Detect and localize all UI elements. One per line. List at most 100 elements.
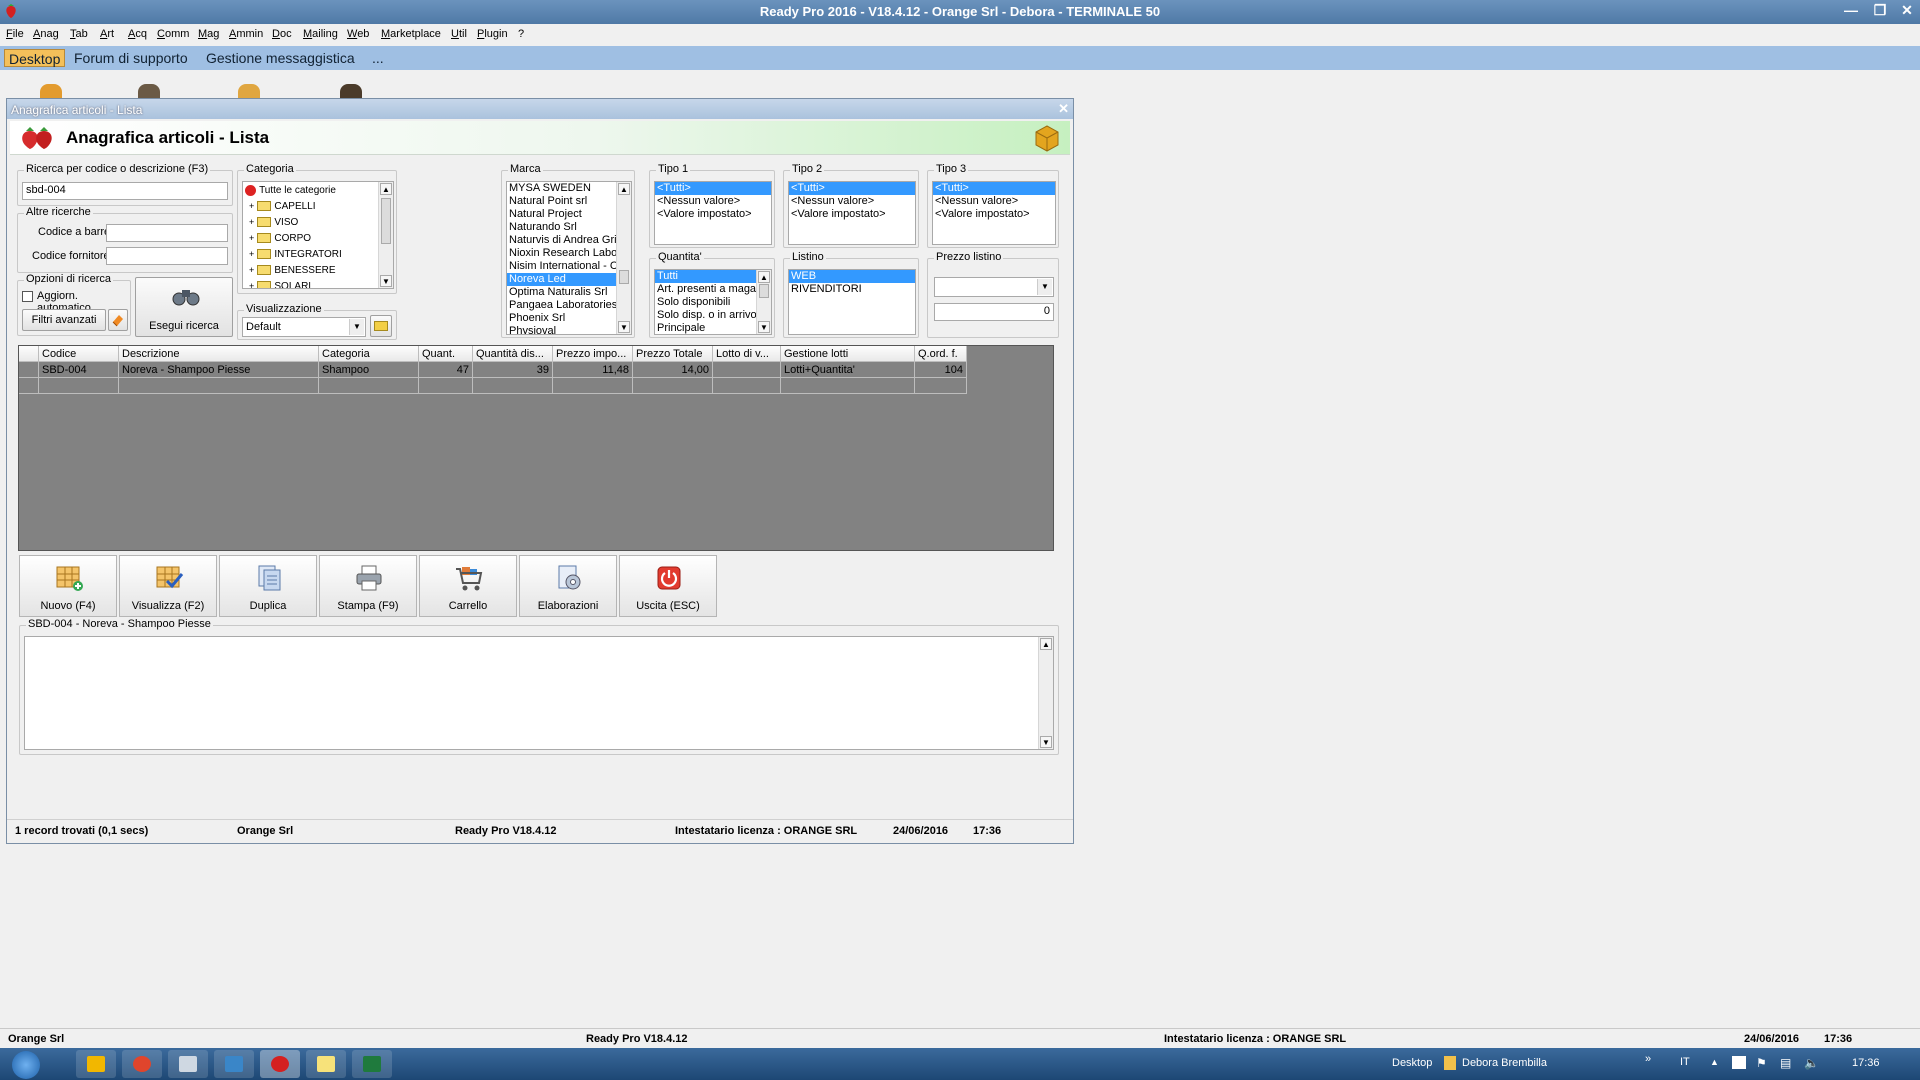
list-item[interactable]: MYSA SWEDEN — [507, 182, 631, 195]
desktop-shortcut-icon[interactable] — [40, 84, 62, 98]
chevron-right-icon[interactable]: » — [1645, 1053, 1651, 1065]
list-item[interactable]: Natural Project — [507, 208, 631, 221]
chevron-down-icon[interactable]: ▼ — [349, 319, 364, 335]
menu-acq[interactable]: Acq — [128, 28, 147, 40]
scroll-down-icon[interactable]: ▼ — [380, 275, 392, 287]
scroll-down-icon[interactable]: ▼ — [758, 321, 770, 333]
taskbar-excel[interactable] — [352, 1050, 392, 1078]
list-item[interactable]: <Nessun valore> — [655, 195, 771, 208]
list-item[interactable]: <Valore impostato> — [655, 208, 771, 221]
list-item[interactable]: Naturvis di Andrea Grie — [507, 234, 631, 247]
col-prezzo-totale[interactable]: Prezzo Totale — [633, 346, 713, 362]
list-item[interactable]: Physioval — [507, 325, 631, 334]
list-item[interactable]: Art. presenti a magaz — [655, 283, 771, 296]
empty-cell[interactable] — [419, 378, 473, 394]
tipo3-list[interactable]: <Tutti> <Nessun valore> <Valore impostat… — [932, 181, 1056, 245]
categoria-scrollbar[interactable]: ▲ ▼ — [378, 182, 393, 288]
duplicate-button[interactable]: Duplica — [219, 555, 317, 617]
col-quant[interactable]: Quant. — [419, 346, 473, 362]
list-item[interactable]: Natural Point srl — [507, 195, 631, 208]
list-item[interactable]: <Valore impostato> — [933, 208, 1055, 221]
menu-file[interactable]: File — [6, 28, 24, 40]
open-folder-button[interactable] — [370, 315, 392, 337]
col-prezzo-imponibile[interactable]: Prezzo impo... — [553, 346, 633, 362]
list-item[interactable]: <Valore impostato> — [789, 208, 915, 221]
clear-filters-button[interactable] — [108, 309, 128, 331]
col-categoria[interactable]: Categoria — [319, 346, 419, 362]
auto-update-checkbox[interactable] — [22, 291, 33, 302]
col-gestione-lotti[interactable]: Gestione lotti — [781, 346, 915, 362]
close-button[interactable]: ✕ — [1896, 2, 1918, 20]
advanced-filters-button[interactable]: Filtri avanzati — [22, 309, 106, 331]
menu-doc[interactable]: Doc — [272, 28, 292, 40]
empty-cell[interactable] — [915, 378, 967, 394]
language-indicator[interactable]: IT — [1680, 1056, 1690, 1068]
print-button[interactable]: Stampa (F9) — [319, 555, 417, 617]
scroll-thumb[interactable] — [619, 270, 629, 284]
table-row[interactable]: SBD-004 Noreva - Shampoo Piesse Shampoo … — [19, 362, 967, 378]
tab-more[interactable]: ... — [368, 49, 388, 67]
scroll-down-icon[interactable]: ▼ — [1040, 736, 1052, 748]
scroll-up-icon[interactable]: ▲ — [758, 271, 770, 283]
visualizzazione-select[interactable]: Default ▼ — [242, 317, 366, 337]
scroll-up-icon[interactable]: ▲ — [1040, 638, 1052, 650]
menu-mag[interactable]: Mag — [198, 28, 219, 40]
list-item[interactable]: Pangaea Laboratories — [507, 299, 631, 312]
cart-button[interactable]: Carrello — [419, 555, 517, 617]
tree-item-viso[interactable]: + VISO — [249, 216, 298, 228]
list-item-selected[interactable]: Tutti — [655, 270, 771, 283]
scroll-thumb[interactable] — [759, 284, 769, 298]
tree-item-integratori[interactable]: + INTEGRATORI — [249, 248, 342, 260]
list-item[interactable]: Naturando Srl — [507, 221, 631, 234]
start-button[interactable] — [4, 1050, 48, 1079]
scroll-down-icon[interactable]: ▼ — [618, 321, 630, 333]
scroll-thumb[interactable] — [381, 198, 391, 244]
elaborazioni-button[interactable]: Elaborazioni — [519, 555, 617, 617]
list-item[interactable]: Nisim International - C — [507, 260, 631, 273]
notes-scrollbar[interactable]: ▲ ▼ — [1038, 637, 1053, 749]
list-item[interactable]: Nioxin Research Labor — [507, 247, 631, 260]
view-button[interactable]: Visualizza (F2) — [119, 555, 217, 617]
quantita-list[interactable]: Tutti Art. presenti a magaz Solo disponi… — [654, 269, 772, 335]
tree-item-solari[interactable]: + SOLARI — [249, 280, 311, 288]
col-codice[interactable]: Codice — [39, 346, 119, 362]
list-item-selected[interactable]: Noreva Led — [507, 273, 631, 286]
marca-list[interactable]: MYSA SWEDEN Natural Point srl Natural Pr… — [506, 181, 632, 335]
chevron-down-icon[interactable]: ▼ — [1037, 279, 1052, 295]
empty-cell[interactable] — [319, 378, 419, 394]
menu-comm[interactable]: Comm — [157, 28, 189, 40]
listino-list[interactable]: WEB RIVENDITORI — [788, 269, 916, 335]
desktop-shortcut-icon[interactable] — [238, 84, 260, 98]
menu-plugin[interactable]: Plugin — [477, 28, 508, 40]
tab-messaggistica[interactable]: Gestione messaggistica — [202, 49, 359, 67]
desktop-shortcut-icon[interactable] — [138, 84, 160, 98]
run-search-button[interactable]: Esegui ricerca — [135, 277, 233, 337]
col-qord[interactable]: Q.ord. f. — [915, 346, 967, 362]
taskbar-app[interactable] — [214, 1050, 254, 1078]
scroll-up-icon[interactable]: ▲ — [618, 183, 630, 195]
prezzo-listino-input[interactable]: 0 — [934, 303, 1054, 321]
empty-cell[interactable] — [119, 378, 319, 394]
list-item-selected[interactable]: <Tutti> — [933, 182, 1055, 195]
empty-cell[interactable] — [713, 378, 781, 394]
marca-scrollbar[interactable]: ▲ ▼ — [616, 182, 631, 334]
list-item[interactable]: Optima Naturalis Srl — [507, 286, 631, 299]
list-item-selected[interactable]: <Tutti> — [655, 182, 771, 195]
categoria-tree[interactable]: Tutte le categorie + CAPELLI + VISO + CO… — [242, 181, 394, 289]
col-lotto[interactable]: Lotto di v... — [713, 346, 781, 362]
tipo2-list[interactable]: <Tutti> <Nessun valore> <Valore impostat… — [788, 181, 916, 245]
menu-mailing[interactable]: Mailing — [303, 28, 338, 40]
list-item-selected[interactable]: WEB — [789, 270, 915, 283]
list-item[interactable]: Solo disponibili — [655, 296, 771, 309]
minimize-button[interactable]: — — [1840, 2, 1862, 20]
exit-button[interactable]: Uscita (ESC) — [619, 555, 717, 617]
empty-cell[interactable] — [553, 378, 633, 394]
volume-icon[interactable]: 🔈 — [1804, 1056, 1819, 1070]
prezzo-listino-select[interactable]: ▼ — [934, 277, 1054, 297]
empty-cell[interactable] — [633, 378, 713, 394]
desktop-shortcut-icon[interactable] — [340, 84, 362, 98]
row-selector[interactable] — [19, 362, 39, 378]
network-icon[interactable]: ▤ — [1780, 1056, 1791, 1070]
list-item-selected[interactable]: <Tutti> — [789, 182, 915, 195]
supplier-code-field[interactable] — [106, 247, 228, 265]
